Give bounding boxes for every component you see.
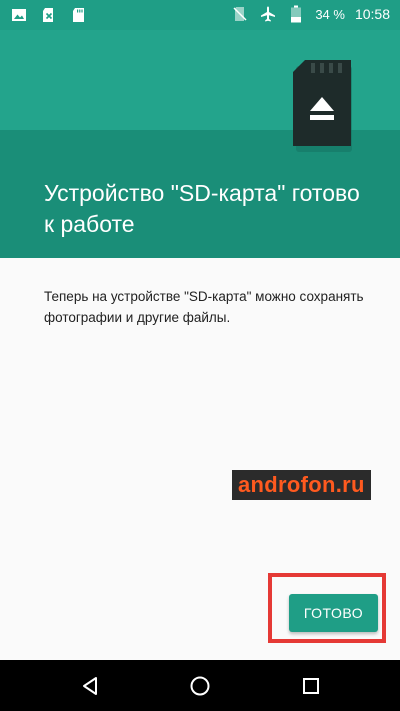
done-button[interactable]: ГОТОВО xyxy=(289,594,378,632)
recents-icon[interactable] xyxy=(297,672,325,700)
battery-icon xyxy=(287,5,305,23)
sd-card-error-icon xyxy=(40,6,58,24)
description-text: Теперь на устройстве "SD-карта" можно со… xyxy=(44,289,364,325)
notification-icons xyxy=(10,6,88,24)
setup-header: Устройство "SD-карта" готово к работе xyxy=(0,30,400,258)
battery-percent: 34 % xyxy=(315,6,345,22)
no-sim-icon xyxy=(231,5,249,23)
clock: 10:58 xyxy=(354,6,390,22)
watermark: androfon.ru xyxy=(232,470,371,500)
back-icon[interactable] xyxy=(76,672,104,700)
home-icon[interactable] xyxy=(186,672,214,700)
status-bar: 34 % 10:58 xyxy=(0,0,400,30)
sd-card-eject-icon xyxy=(293,60,353,152)
system-icons: 34 % 10:58 xyxy=(231,5,390,23)
image-icon xyxy=(10,6,28,24)
navigation-bar xyxy=(0,660,400,711)
airplane-mode-icon xyxy=(259,5,277,23)
sd-card-icon xyxy=(70,6,88,24)
page-title: Устройство "SD-карта" готово к работе xyxy=(44,180,360,237)
